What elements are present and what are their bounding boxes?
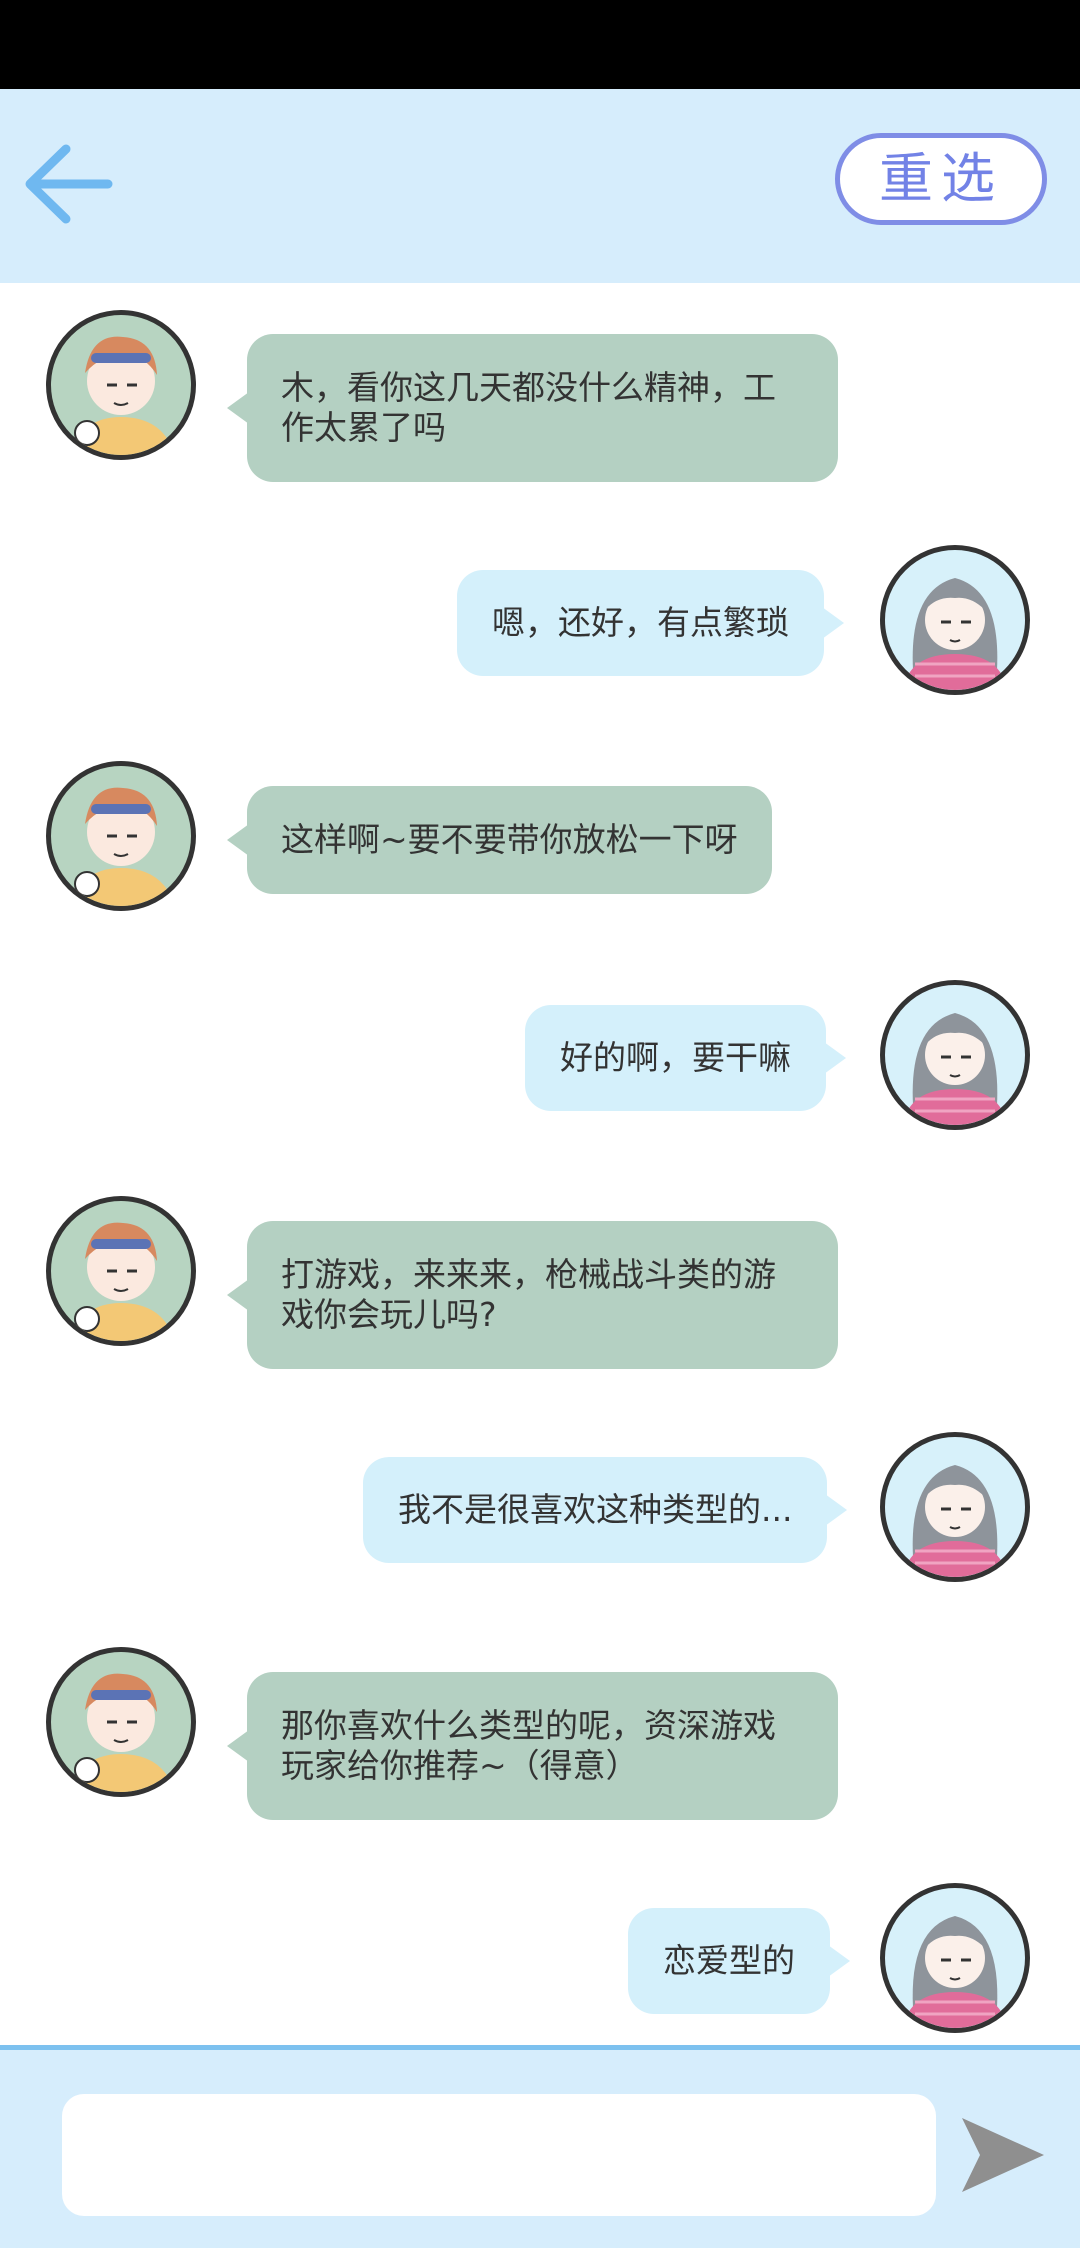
chat-bubble: 这样啊~要不要带你放松一下呀 [227,786,772,894]
chat-bubble: 打游戏，来来来，枪械战斗类的游戏你会玩儿吗? [227,1221,838,1369]
chat-bubble: 木，看你这几天都没什么精神，工作太累了吗 [227,334,838,482]
send-button[interactable] [958,2110,1048,2200]
chat-bubble: 嗯，还好，有点繁琐 [457,570,844,676]
chat-bubble: 好的啊，要干嘛 [525,1005,846,1111]
reselect-button[interactable]: 重选 [835,133,1047,225]
chat-bubble: 那你喜欢什么类型的呢，资深游戏玩家给你推荐~（得意） [227,1672,838,1820]
back-button[interactable] [16,129,126,239]
girl-avatar[interactable] [880,545,1030,695]
girl-avatar[interactable] [880,980,1030,1130]
boy-avatar[interactable] [46,1196,196,1346]
chat-bubble: 我不是很喜欢这种类型的... [363,1457,848,1563]
chat-bubble: 恋爱型的 [628,1908,850,2014]
boy-avatar[interactable] [46,310,196,460]
arrow-left-icon [25,144,113,224]
status-bar [0,0,1080,89]
boy-avatar[interactable] [46,1647,196,1797]
top-bar: 重选 [0,89,1080,283]
boy-avatar[interactable] [46,761,196,911]
composer-bar [0,2045,1080,2248]
girl-avatar[interactable] [880,1883,1030,2033]
girl-avatar[interactable] [880,1432,1030,1582]
message-input[interactable] [62,2094,936,2216]
chat-area: 木，看你这几天都没什么精神，工作太累了吗 嗯，还好，有点繁琐 这样啊~要不要带你… [0,283,1080,2045]
send-arrow-icon [962,2118,1044,2192]
